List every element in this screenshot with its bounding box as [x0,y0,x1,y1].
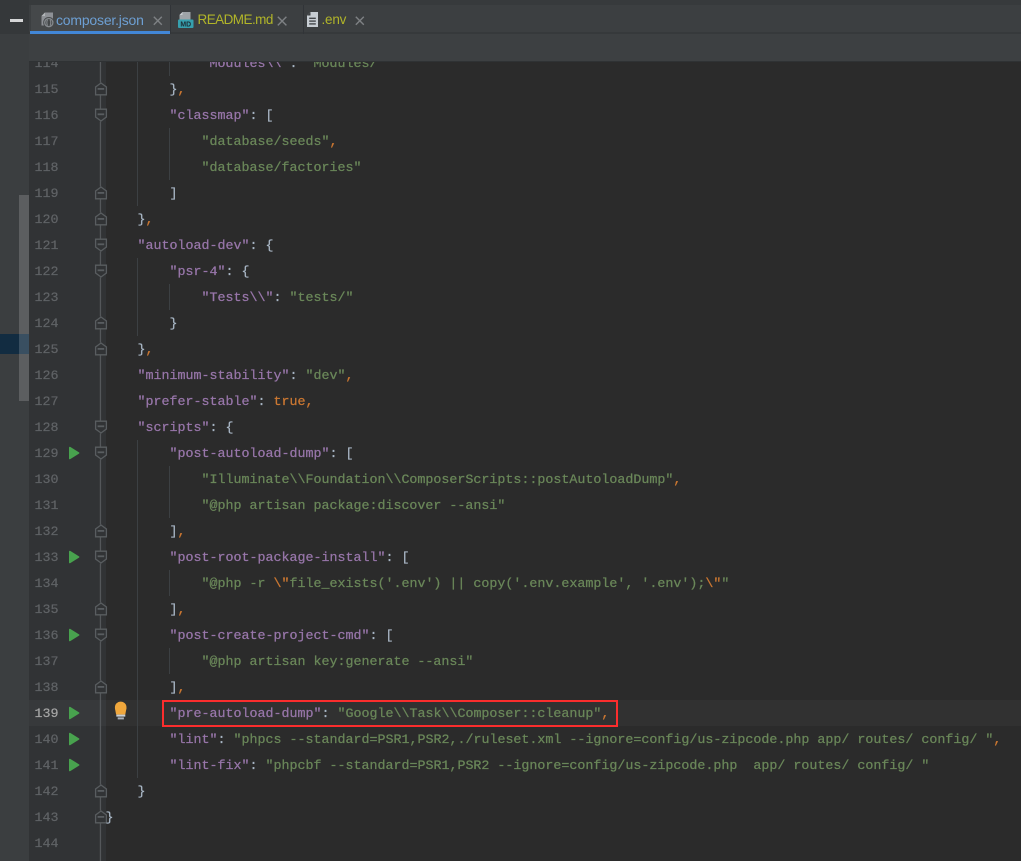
svg-text:MD: MD [180,21,191,28]
